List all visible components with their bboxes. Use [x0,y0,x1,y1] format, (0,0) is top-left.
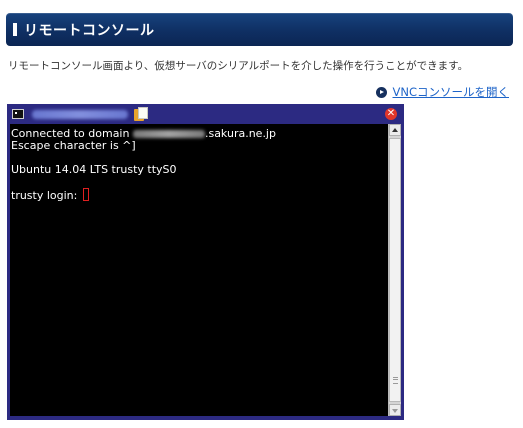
login-prompt: trusty login: [11,189,81,202]
terminal-line-login: trusty login: [11,188,388,202]
terminal-output[interactable]: Connected to domain .sakura.ne.jp Escape… [10,124,388,416]
terminal-cursor [82,188,89,201]
terminal-scrollbar[interactable] [388,124,401,416]
scroll-down-button[interactable] [389,404,401,416]
console-window: ✕ Connected to domain .sakura.ne.jp Esca… [7,104,404,420]
open-vnc-console-link[interactable]: VNCコンソールを開く [375,84,510,100]
scroll-up-button[interactable] [389,124,401,136]
terminal-line-escape: Escape character is ^] [11,139,136,152]
description-text: リモートコンソール画面より、仮想サーバのシリアルポートを介した操作を行うことがで… [8,60,469,72]
circle-arrow-icon [375,86,387,98]
redacted-ip-address [32,110,128,119]
close-icon[interactable]: ✕ [385,108,397,120]
section-header: リモートコンソール [6,13,513,46]
section-title: リモートコンソール [24,23,155,39]
clipboard-icon[interactable] [134,107,149,122]
scroll-grip-icon [393,377,398,384]
terminal-line-ubuntu: Ubuntu 14.04 LTS trusty ttyS0 [11,163,177,176]
console-titlebar: ✕ [7,104,404,124]
scroll-thumb[interactable] [389,138,401,402]
terminal-icon [12,109,24,119]
header-marker [13,23,17,36]
redacted-hostname [132,130,205,138]
remote-console-page: リモートコンソール リモートコンソール画面より、仮想サーバのシリアルポートを介し… [0,0,523,428]
vnc-link-label: VNCコンソールを開く [392,85,510,99]
